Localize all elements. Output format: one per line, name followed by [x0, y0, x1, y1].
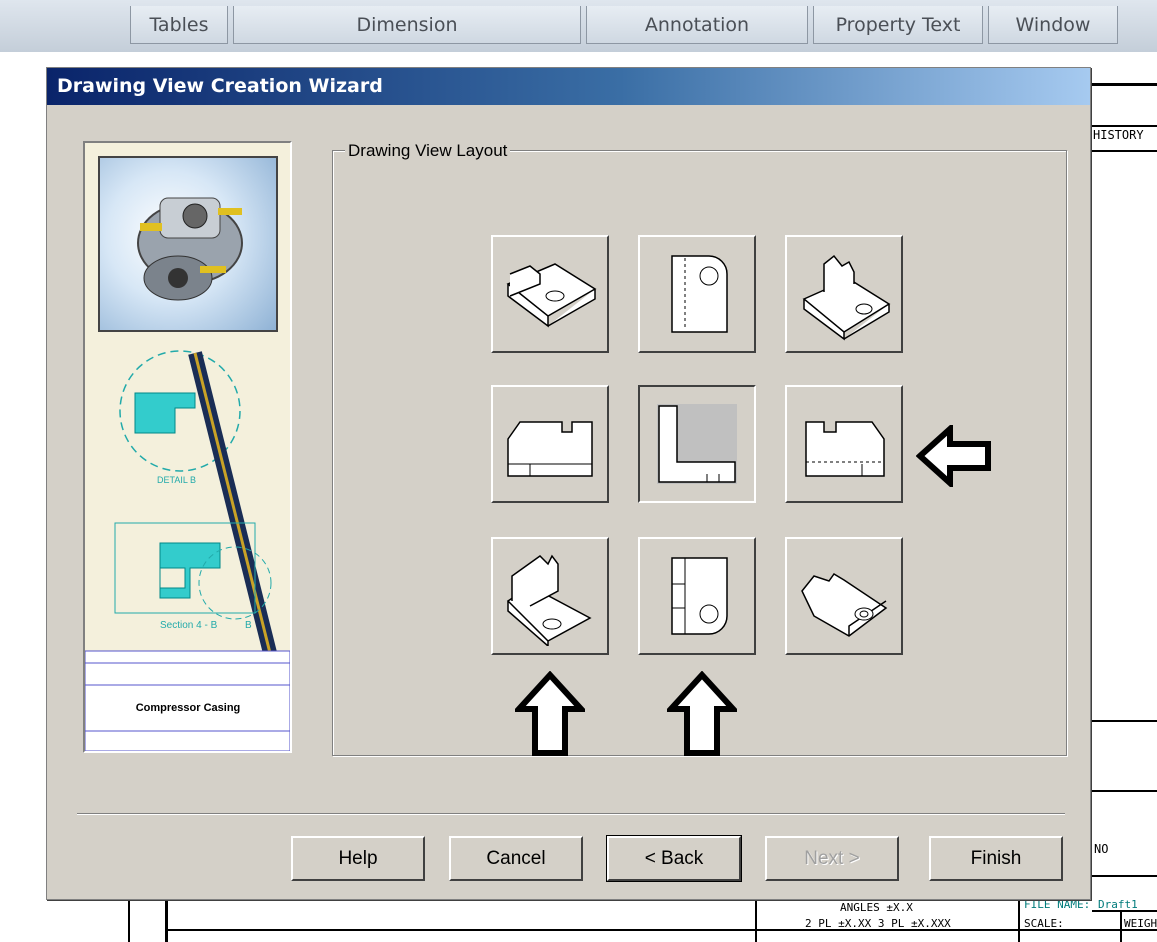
dialog-titlebar[interactable]: Drawing View Creation Wizard [47, 68, 1090, 105]
view-button-left[interactable] [491, 385, 609, 503]
ribbon-tab-label: Dimension [356, 13, 458, 36]
up-arrow-icon [667, 671, 737, 756]
iso-bottom-right-view-icon [801, 573, 888, 637]
drawing-border-line [1092, 83, 1157, 86]
drawing-border-line [165, 929, 1157, 931]
ribbon-tab-label: Property Text [835, 13, 961, 36]
iso-top-right-view-icon [802, 254, 891, 341]
view-button-iso-bottom-left[interactable] [491, 537, 609, 655]
drawing-border-line [1018, 900, 1020, 942]
dialog-title: Drawing View Creation Wizard [57, 75, 383, 97]
drawing-border-line [1092, 790, 1157, 792]
section-label: Section 4 - B [160, 620, 218, 631]
ribbon-divider [0, 52, 1157, 58]
view-button-front[interactable] [638, 385, 756, 503]
ribbon-tab-label: Window [1015, 13, 1091, 36]
view-button-top[interactable] [638, 235, 756, 353]
compressor-render-graphic [137, 197, 243, 301]
back-button-label: < Back [644, 847, 704, 869]
file-name-value: Draft1 [1098, 898, 1138, 911]
top-view-icon [671, 255, 728, 333]
left-arrow-icon [916, 425, 991, 487]
scale-label: SCALE: [1024, 917, 1064, 930]
drawing-border-line [165, 900, 168, 942]
drawing-border-line [1092, 720, 1157, 722]
front-view-icon [657, 404, 737, 484]
iso-top-left-view-icon [506, 263, 597, 328]
view-button-right[interactable] [785, 385, 903, 503]
cancel-button[interactable]: Cancel [449, 836, 583, 881]
technical-drawing-graphic: DETAIL B Section 4 - B B Compressor Casi… [85, 350, 290, 751]
no-label: NO [1094, 842, 1109, 856]
drawing-border-line [1092, 875, 1157, 877]
history-label: HISTORY [1093, 128, 1144, 142]
detail-label: DETAIL B [157, 475, 196, 485]
drawing-border-line [755, 900, 757, 942]
ribbon-tab-dimension[interactable]: Dimension [233, 6, 581, 44]
view-button-iso-bottom-right[interactable] [785, 537, 903, 655]
cancel-button-label: Cancel [486, 847, 546, 869]
drawing-border-line [1120, 912, 1122, 942]
weight-label: WEIGHT [1124, 917, 1157, 930]
help-button-label: Help [338, 847, 378, 869]
title-block-text: Compressor Casing [136, 702, 241, 714]
help-button[interactable]: Help [291, 836, 425, 881]
ribbon-tab-label: Annotation [644, 13, 750, 36]
bottom-view-icon [671, 557, 728, 635]
compressor-render-image [98, 156, 278, 332]
next-button-label: Next > [804, 847, 860, 869]
ribbon-tab-annotation[interactable]: Annotation [586, 6, 808, 44]
finish-button[interactable]: Finish [929, 836, 1063, 881]
ribbon-tab-property-text[interactable]: Property Text [813, 6, 983, 44]
drawing-view-wizard-dialog: Drawing View Creation Wizard DETAIL B Se… [46, 67, 1091, 900]
back-button[interactable]: < Back [606, 835, 742, 882]
drawing-border-line [1092, 150, 1157, 152]
left-view-icon [507, 421, 593, 477]
view-button-iso-top-right[interactable] [785, 235, 903, 353]
finish-button-label: Finish [970, 847, 1022, 869]
next-button[interactable]: Next > [765, 836, 899, 881]
iso-bottom-left-view-icon [506, 554, 592, 646]
ribbon-tab-label: Tables [149, 13, 209, 36]
ribbon-tab-tables[interactable]: Tables [130, 6, 228, 44]
drawing-border-line [1092, 125, 1157, 127]
ribbon-tab-window[interactable]: Window [988, 6, 1118, 44]
right-view-icon [805, 421, 885, 477]
layout-group-label: Drawing View Layout [345, 141, 511, 161]
ribbon-bar: Tables Dimension Annotation Property Tex… [0, 0, 1157, 53]
view-button-bottom[interactable] [638, 537, 756, 655]
linear-tolerance-text: 2 PL ±X.XX 3 PL ±X.XXX [805, 917, 951, 930]
drawing-border-line [128, 900, 130, 942]
button-separator [77, 813, 1065, 815]
wizard-side-image: DETAIL B Section 4 - B B Compressor Casi… [83, 141, 292, 753]
view-button-iso-top-left[interactable] [491, 235, 609, 353]
up-arrow-icon [515, 671, 585, 756]
section-letter: B [245, 620, 252, 631]
angles-tolerance-text: ANGLES ±X.X [840, 901, 913, 914]
